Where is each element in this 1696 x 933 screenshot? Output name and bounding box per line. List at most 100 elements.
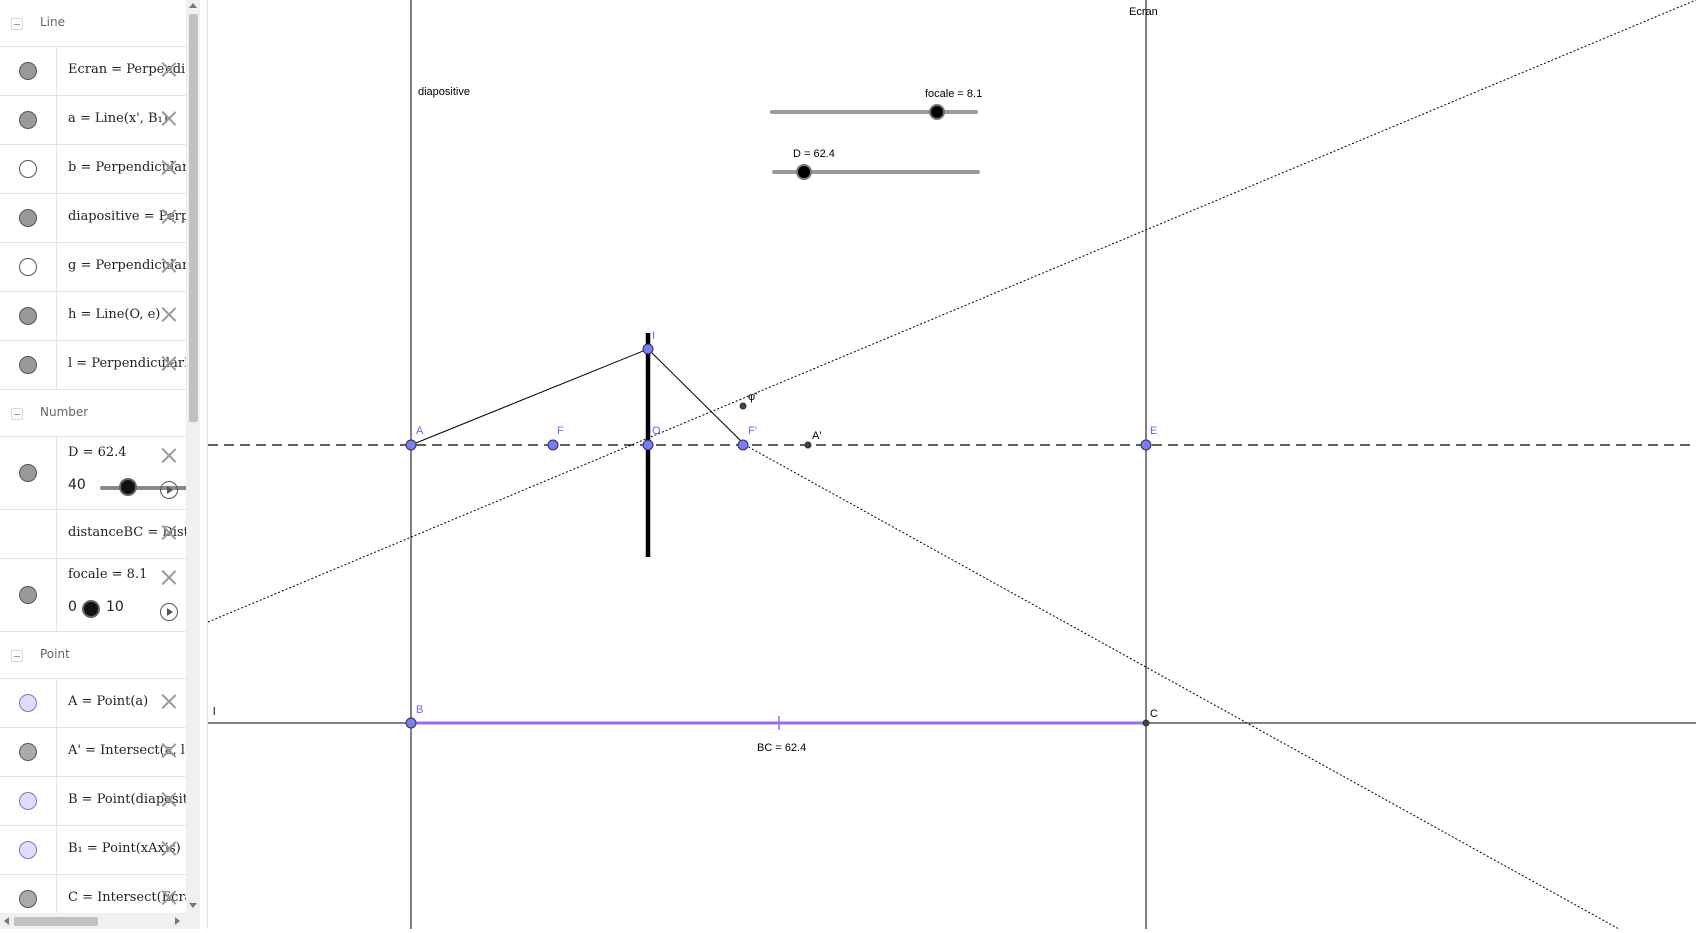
algebra-item[interactable]: l = PerpendicularLin	[0, 341, 186, 390]
label-phi: φ'	[748, 391, 757, 403]
point-I[interactable]	[642, 343, 654, 355]
vertical-scroll-thumb[interactable]	[189, 14, 198, 422]
delete-icon[interactable]	[160, 523, 178, 541]
point-O[interactable]	[642, 439, 654, 451]
slider-D-knob[interactable]	[796, 164, 812, 180]
play-icon[interactable]	[160, 481, 178, 499]
point-Fprime[interactable]	[737, 439, 749, 451]
algebra-item[interactable]: focale = 8.1 0 10	[0, 559, 186, 632]
delete-icon[interactable]	[160, 207, 178, 225]
visibility-toggle-icon[interactable]	[19, 694, 37, 712]
graphics-view[interactable]: A F O F' A' E I φ' B C diapositive Ecran…	[207, 0, 1696, 930]
scroll-up-icon[interactable]	[189, 3, 197, 8]
collapse-icon[interactable]	[11, 18, 23, 30]
slider-focale-knob[interactable]	[929, 104, 945, 120]
marble-column	[0, 826, 57, 874]
delete-icon[interactable]	[160, 60, 178, 78]
algebra-item-text[interactable]: D = 62.4	[68, 445, 127, 460]
algebra-rows: Line Ecran = Perpendicu a = Line(x', B₁) b …	[0, 0, 186, 924]
algebra-item[interactable]: Ecran = Perpendicu	[0, 47, 186, 96]
algebra-item-text[interactable]: A = Point(a)	[68, 694, 148, 709]
algebra-item[interactable]: distanceBC = Dista	[0, 510, 186, 559]
horizontal-scroll-thumb[interactable]	[14, 917, 98, 926]
algebra-item[interactable]: B = Point(diapositi	[0, 777, 186, 826]
vertical-scrollbar[interactable]	[186, 0, 200, 929]
point-C[interactable]	[1142, 719, 1150, 727]
collapse-icon[interactable]	[11, 650, 23, 662]
visibility-toggle-icon[interactable]	[19, 62, 37, 80]
marble-column	[0, 437, 57, 509]
point-F[interactable]	[547, 439, 559, 451]
algebra-item[interactable]: a = Line(x', B₁)	[0, 96, 186, 145]
marble-column	[0, 679, 57, 727]
label-B: B	[416, 704, 423, 716]
delete-icon[interactable]	[160, 568, 178, 586]
label-Fprime: F'	[748, 425, 757, 437]
collapse-icon[interactable]	[11, 408, 23, 420]
visibility-toggle-icon[interactable]	[19, 258, 37, 276]
visibility-toggle-icon[interactable]	[19, 841, 37, 859]
delete-icon[interactable]	[160, 158, 178, 176]
visibility-toggle-icon[interactable]	[19, 307, 37, 325]
label-O: O	[652, 425, 661, 437]
slider-focale[interactable]: focale = 8.1	[770, 88, 982, 120]
algebra-item-text[interactable]: a = Line(x', B₁)	[68, 111, 168, 126]
label-E: E	[1150, 425, 1157, 437]
algebra-item[interactable]: h = Line(O, e)	[0, 292, 186, 341]
algebra-item[interactable]: A = Point(a)	[0, 679, 186, 728]
scroll-right-icon[interactable]	[175, 917, 180, 925]
scroll-left-icon[interactable]	[4, 917, 9, 925]
algebra-item[interactable]: A' = Intersect(a, l)	[0, 728, 186, 777]
visibility-toggle-icon[interactable]	[19, 890, 37, 908]
algebra-item[interactable]: b = PerpendicularLi	[0, 145, 186, 194]
delete-icon[interactable]	[160, 888, 178, 906]
visibility-toggle-icon[interactable]	[19, 209, 37, 227]
slider-knob[interactable]	[82, 600, 100, 618]
algebra-item[interactable]: diapositive = Perpen	[0, 194, 186, 243]
algebra-item[interactable]: B₁ = Point(xAxis)	[0, 826, 186, 875]
visibility-toggle-icon[interactable]	[19, 111, 37, 129]
delete-icon[interactable]	[160, 305, 178, 323]
ray-I-Aprime[interactable]	[647, 348, 746, 446]
scroll-down-icon[interactable]	[189, 903, 197, 908]
slider-D[interactable]: D = 62.4	[772, 148, 980, 180]
horizontal-scrollbar[interactable]	[0, 913, 186, 929]
section-number[interactable]: Number	[0, 390, 186, 437]
visibility-toggle-icon[interactable]	[19, 743, 37, 761]
point-E[interactable]	[1140, 439, 1152, 451]
visibility-toggle-icon[interactable]	[19, 356, 37, 374]
section-point[interactable]: Point	[0, 632, 186, 679]
slider-knob[interactable]	[119, 478, 137, 496]
algebra-item[interactable]: g = PerpendicularLi	[0, 243, 186, 292]
visibility-toggle-icon[interactable]	[19, 160, 37, 178]
algebra-item-text[interactable]: focale = 8.1	[68, 567, 147, 582]
delete-icon[interactable]	[160, 354, 178, 372]
play-icon[interactable]	[160, 603, 178, 621]
ray-A-I[interactable]	[410, 348, 649, 446]
visibility-toggle-icon[interactable]	[19, 792, 37, 810]
delete-icon[interactable]	[160, 109, 178, 127]
point-phi[interactable]	[739, 402, 747, 410]
delete-icon[interactable]	[160, 790, 178, 808]
graphics-canvas[interactable]: A F O F' A' E I φ' B C diapositive Ecran…	[207, 0, 1696, 930]
delete-icon[interactable]	[160, 256, 178, 274]
delete-icon[interactable]	[160, 839, 178, 857]
point-B[interactable]	[405, 717, 417, 729]
label-ecran: Ecran	[1129, 6, 1158, 18]
marble-column	[0, 47, 57, 95]
section-line[interactable]: Line	[0, 0, 186, 47]
point-A[interactable]	[405, 439, 417, 451]
delete-icon[interactable]	[160, 446, 178, 464]
label-l: l	[213, 706, 215, 718]
algebra-view[interactable]: Line Ecran = Perpendicu a = Line(x', B₁) b …	[0, 0, 187, 929]
algebra-item-text[interactable]: h = Line(O, e)	[68, 307, 160, 322]
delete-icon[interactable]	[160, 741, 178, 759]
section-title: Line	[40, 15, 66, 29]
dotted-ray-lower[interactable]	[744, 444, 1620, 930]
point-Aprime[interactable]	[804, 441, 812, 449]
visibility-toggle-icon[interactable]	[19, 464, 37, 482]
visibility-toggle-icon[interactable]	[19, 586, 37, 604]
delete-icon[interactable]	[160, 692, 178, 710]
algebra-item[interactable]: D = 62.4 40	[0, 437, 186, 510]
view-divider[interactable]	[200, 0, 208, 929]
